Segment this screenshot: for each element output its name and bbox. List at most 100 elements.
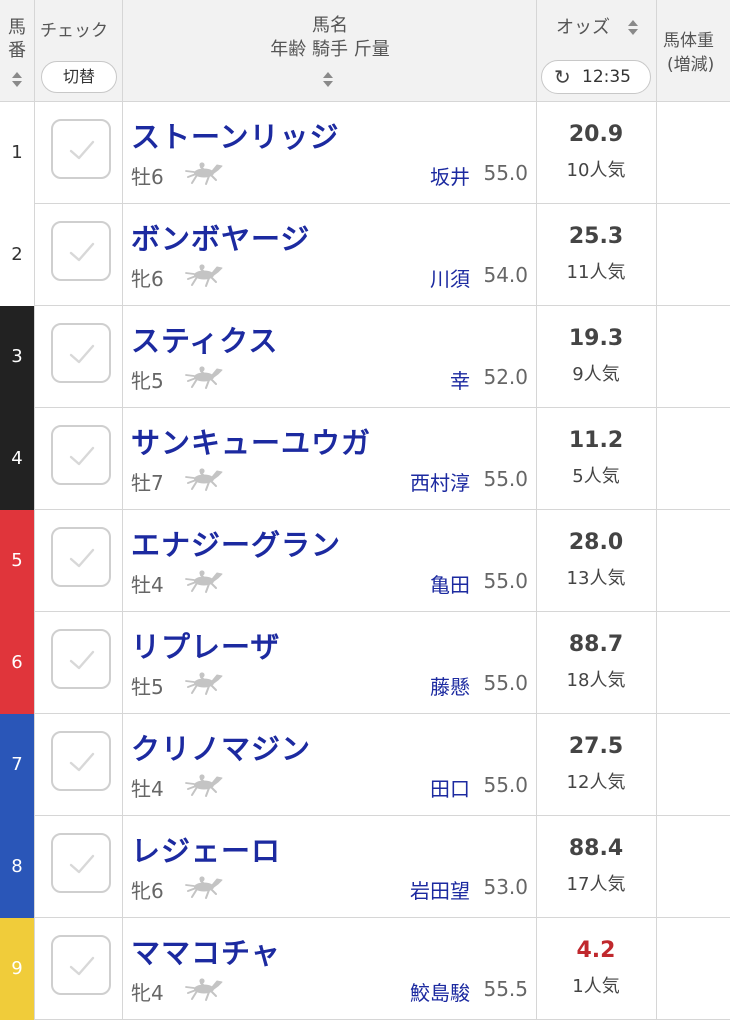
racehorse-icon[interactable] xyxy=(184,668,226,698)
check-cell xyxy=(35,408,123,510)
carried-weight: 55.0 xyxy=(483,569,528,593)
table-row: 6 リプレーザ 牡5 藤懸 55.0 88.7 18人気 xyxy=(0,612,730,714)
racehorse-icon[interactable] xyxy=(184,464,226,494)
horse-number: 6 xyxy=(0,612,35,714)
horse-number: 5 xyxy=(0,510,35,612)
odds-value: 19.3 xyxy=(568,326,624,351)
horse-name-link[interactable]: スティクス xyxy=(131,318,278,360)
horse-checkbox[interactable] xyxy=(51,833,111,893)
horse-number: 1 xyxy=(0,102,35,204)
carried-weight: 52.0 xyxy=(483,365,528,389)
jockey-name-link[interactable]: 藤懸 xyxy=(430,671,470,700)
horse-checkbox[interactable] xyxy=(51,731,111,791)
table-row: 1 ストーンリッジ 牡6 坂井 55.0 20.9 10人気 xyxy=(0,102,730,204)
horse-checkbox[interactable] xyxy=(51,425,111,485)
sort-icon[interactable] xyxy=(628,20,638,36)
horse-checkbox[interactable] xyxy=(51,221,111,281)
popularity-rank: 18人気 xyxy=(566,670,626,691)
odds-cell: 4.2 1人気 xyxy=(537,918,657,1020)
racehorse-icon[interactable] xyxy=(184,974,226,1004)
horse-name-link[interactable]: クリノマジン xyxy=(131,726,311,768)
horse-name-link[interactable]: リプレーザ xyxy=(131,624,280,666)
jockey-name-link[interactable]: 幸 xyxy=(450,365,470,394)
horse-checkbox[interactable] xyxy=(51,323,111,383)
odds-cell: 25.3 11人気 xyxy=(537,204,657,306)
horse-info-cell: スティクス 牝5 幸 52.0 xyxy=(123,306,537,408)
table-row: 7 クリノマジン 牡4 田口 55.0 27.5 12人気 xyxy=(0,714,730,816)
jockey-name-link[interactable]: 岩田望 xyxy=(410,875,470,904)
racehorse-icon[interactable] xyxy=(184,362,226,392)
horse-name-link[interactable]: ストーンリッジ xyxy=(131,114,340,156)
odds-cell: 27.5 12人気 xyxy=(537,714,657,816)
odds-value: 28.0 xyxy=(568,530,624,555)
horse-number: 9 xyxy=(0,918,35,1020)
table-row: 2 ボンボヤージ 牝6 川須 54.0 25.3 11人気 xyxy=(0,204,730,306)
header-num-col[interactable]: 馬 番 xyxy=(0,0,35,102)
popularity-rank: 1人気 xyxy=(572,976,620,997)
horse-name-link[interactable]: レジェーロ xyxy=(131,828,281,870)
horse-name-link[interactable]: ボンボヤージ xyxy=(131,216,310,258)
horse-info-cell: ストーンリッジ 牡6 坂井 55.0 xyxy=(123,102,537,204)
table-row: 3 スティクス 牝5 幸 52.0 19.3 9人気 xyxy=(0,306,730,408)
header-name-col[interactable]: 馬名 年齢 騎手 斤量 xyxy=(123,0,537,102)
horse-info-cell: サンキューユウガ 牡7 西村淳 55.0 xyxy=(123,408,537,510)
horse-info-cell: ボンボヤージ 牝6 川須 54.0 xyxy=(123,204,537,306)
carried-weight: 55.0 xyxy=(483,773,528,797)
horse-sex-age: 牡4 xyxy=(131,573,164,597)
sort-icon[interactable] xyxy=(12,72,22,88)
carried-weight: 55.0 xyxy=(483,161,528,185)
header-check-col: チェック 切替 xyxy=(35,0,123,102)
horse-weight-cell xyxy=(657,816,730,918)
horse-weight-cell xyxy=(657,306,730,408)
header-num-line1: 馬 xyxy=(8,17,26,38)
jockey-name-link[interactable]: 西村淳 xyxy=(410,467,470,496)
horse-checkbox[interactable] xyxy=(51,935,111,995)
odds-value: 4.2 xyxy=(576,938,616,963)
check-icon xyxy=(69,548,95,568)
odds-cell: 28.0 13人気 xyxy=(537,510,657,612)
toggle-button[interactable]: 切替 xyxy=(41,61,117,93)
sort-icon[interactable] xyxy=(323,72,333,88)
check-icon xyxy=(69,752,95,772)
horse-checkbox[interactable] xyxy=(51,527,111,587)
check-icon xyxy=(69,344,95,364)
horse-checkbox[interactable] xyxy=(51,629,111,689)
table-row: 8 レジェーロ 牝6 岩田望 53.0 88.4 17人気 xyxy=(0,816,730,918)
refresh-odds-button[interactable]: ↻ 12:35 xyxy=(541,60,651,94)
odds-value: 88.7 xyxy=(568,632,624,657)
racehorse-icon[interactable] xyxy=(184,872,226,902)
jockey-name-link[interactable]: 田口 xyxy=(430,773,470,802)
racehorse-icon[interactable] xyxy=(184,260,226,290)
header-weight-col: 馬体重 (増減) xyxy=(657,0,730,102)
popularity-rank: 10人気 xyxy=(566,160,626,181)
horse-info-cell: エナジーグラン 牡4 亀田 55.0 xyxy=(123,510,537,612)
table-header: 馬 番 チェック 切替 馬名 年齢 騎手 斤量 オッズ ↻ 12:35 馬体重 … xyxy=(0,0,730,102)
horse-name-link[interactable]: エナジーグラン xyxy=(131,522,341,564)
horse-name-link[interactable]: ママコチャ xyxy=(131,930,281,972)
horse-weight-cell xyxy=(657,408,730,510)
header-name-label: 馬名 xyxy=(312,15,348,36)
popularity-rank: 5人気 xyxy=(572,466,620,487)
check-cell xyxy=(35,510,123,612)
horse-sex-age: 牡7 xyxy=(131,471,164,495)
racehorse-icon[interactable] xyxy=(184,770,226,800)
horse-info-cell: クリノマジン 牡4 田口 55.0 xyxy=(123,714,537,816)
jockey-name-link[interactable]: 亀田 xyxy=(430,569,470,598)
horse-sex-age: 牝5 xyxy=(131,369,164,393)
check-cell xyxy=(35,612,123,714)
jockey-name-link[interactable]: 鮫島駿 xyxy=(410,977,470,1006)
jockey-name-link[interactable]: 川須 xyxy=(430,263,470,292)
horse-name-link[interactable]: サンキューユウガ xyxy=(131,420,371,462)
header-sub-label: 年齢 騎手 斤量 xyxy=(270,39,390,60)
jockey-name-link[interactable]: 坂井 xyxy=(430,161,470,190)
odds-cell: 19.3 9人気 xyxy=(537,306,657,408)
refresh-icon: ↻ xyxy=(554,65,571,89)
racehorse-icon[interactable] xyxy=(184,158,226,188)
horse-number: 4 xyxy=(0,408,35,510)
check-icon xyxy=(69,140,95,160)
racehorse-icon[interactable] xyxy=(184,566,226,596)
header-weight-line1: 馬体重 xyxy=(663,31,714,51)
popularity-rank: 17人気 xyxy=(566,874,626,895)
horse-number: 2 xyxy=(0,204,35,306)
horse-checkbox[interactable] xyxy=(51,119,111,179)
